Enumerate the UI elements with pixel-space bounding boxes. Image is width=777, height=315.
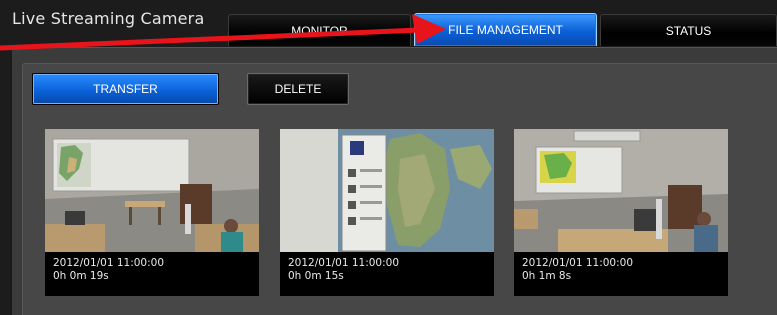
red-arrow-icon (0, 14, 446, 51)
app-window: Live Streaming Camera MONITOR FILE MANAG… (0, 0, 777, 315)
